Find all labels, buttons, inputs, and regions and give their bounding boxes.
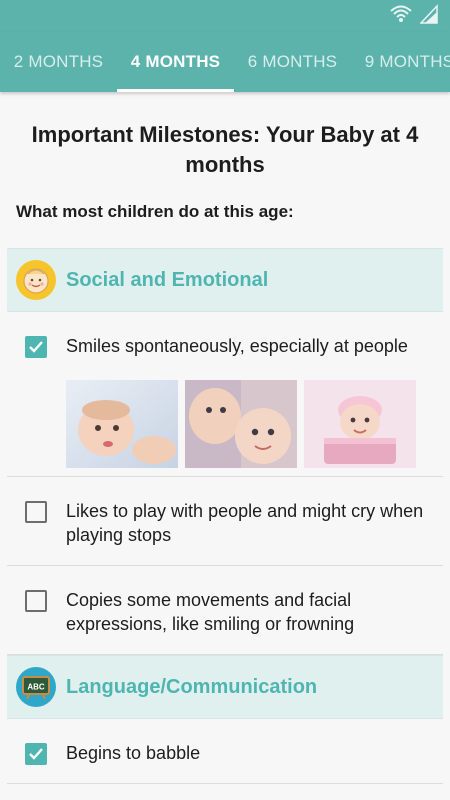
milestone-item[interactable]: Smiles spontaneously, especially at peop…: [7, 312, 443, 477]
page-title: Important Milestones: Your Baby at 4 mon…: [31, 122, 419, 177]
chalkboard-label: ABC: [27, 683, 45, 692]
tab-4-months[interactable]: 4 MONTHS: [117, 32, 234, 92]
section-language-communication: ABC Language/Communication: [7, 655, 443, 719]
checkbox-unchecked[interactable]: [25, 501, 47, 523]
baby-photo[interactable]: [185, 380, 297, 468]
baby-photo[interactable]: [304, 380, 416, 468]
check-icon: [29, 748, 43, 760]
status-bar: [0, 0, 450, 32]
tab-9-months[interactable]: 9 MONTHS: [351, 32, 450, 92]
check-icon: [29, 341, 43, 353]
milestone-item[interactable]: Begins to babble: [7, 719, 443, 784]
page-subtitle: What most children do at this age:: [16, 202, 294, 221]
baby-photo[interactable]: [66, 380, 178, 468]
milestone-text: Begins to babble: [66, 743, 201, 763]
chalkboard-abc-icon: ABC: [16, 667, 56, 707]
wifi-icon: [390, 5, 412, 22]
section-title: Language/Communication: [66, 675, 318, 698]
tab-6-months[interactable]: 6 MONTHS: [234, 32, 351, 92]
milestone-item[interactable]: Copies some movements and facial express…: [7, 566, 443, 655]
tab-2-months[interactable]: 2 MONTHS: [0, 32, 117, 92]
baby-face-icon: [16, 260, 56, 300]
milestone-item[interactable]: Likes to play with people and might cry …: [7, 477, 443, 566]
milestone-text: Copies some movements and facial express…: [66, 590, 355, 634]
signal-icon: [420, 4, 438, 24]
month-tabs: 2 MONTHS 4 MONTHS 6 MONTHS 9 MONTHS: [0, 32, 450, 92]
photo-strip: [66, 380, 429, 468]
checkbox-checked[interactable]: [25, 336, 47, 358]
checkbox-unchecked[interactable]: [25, 590, 47, 612]
milestones-content[interactable]: Important Milestones: Your Baby at 4 mon…: [0, 92, 450, 800]
section-social-emotional: Social and Emotional: [7, 248, 443, 312]
section-title: Social and Emotional: [66, 268, 269, 291]
checkbox-checked[interactable]: [25, 743, 47, 765]
milestone-text: Smiles spontaneously, especially at peop…: [66, 336, 408, 356]
milestone-text: Likes to play with people and might cry …: [66, 501, 424, 545]
